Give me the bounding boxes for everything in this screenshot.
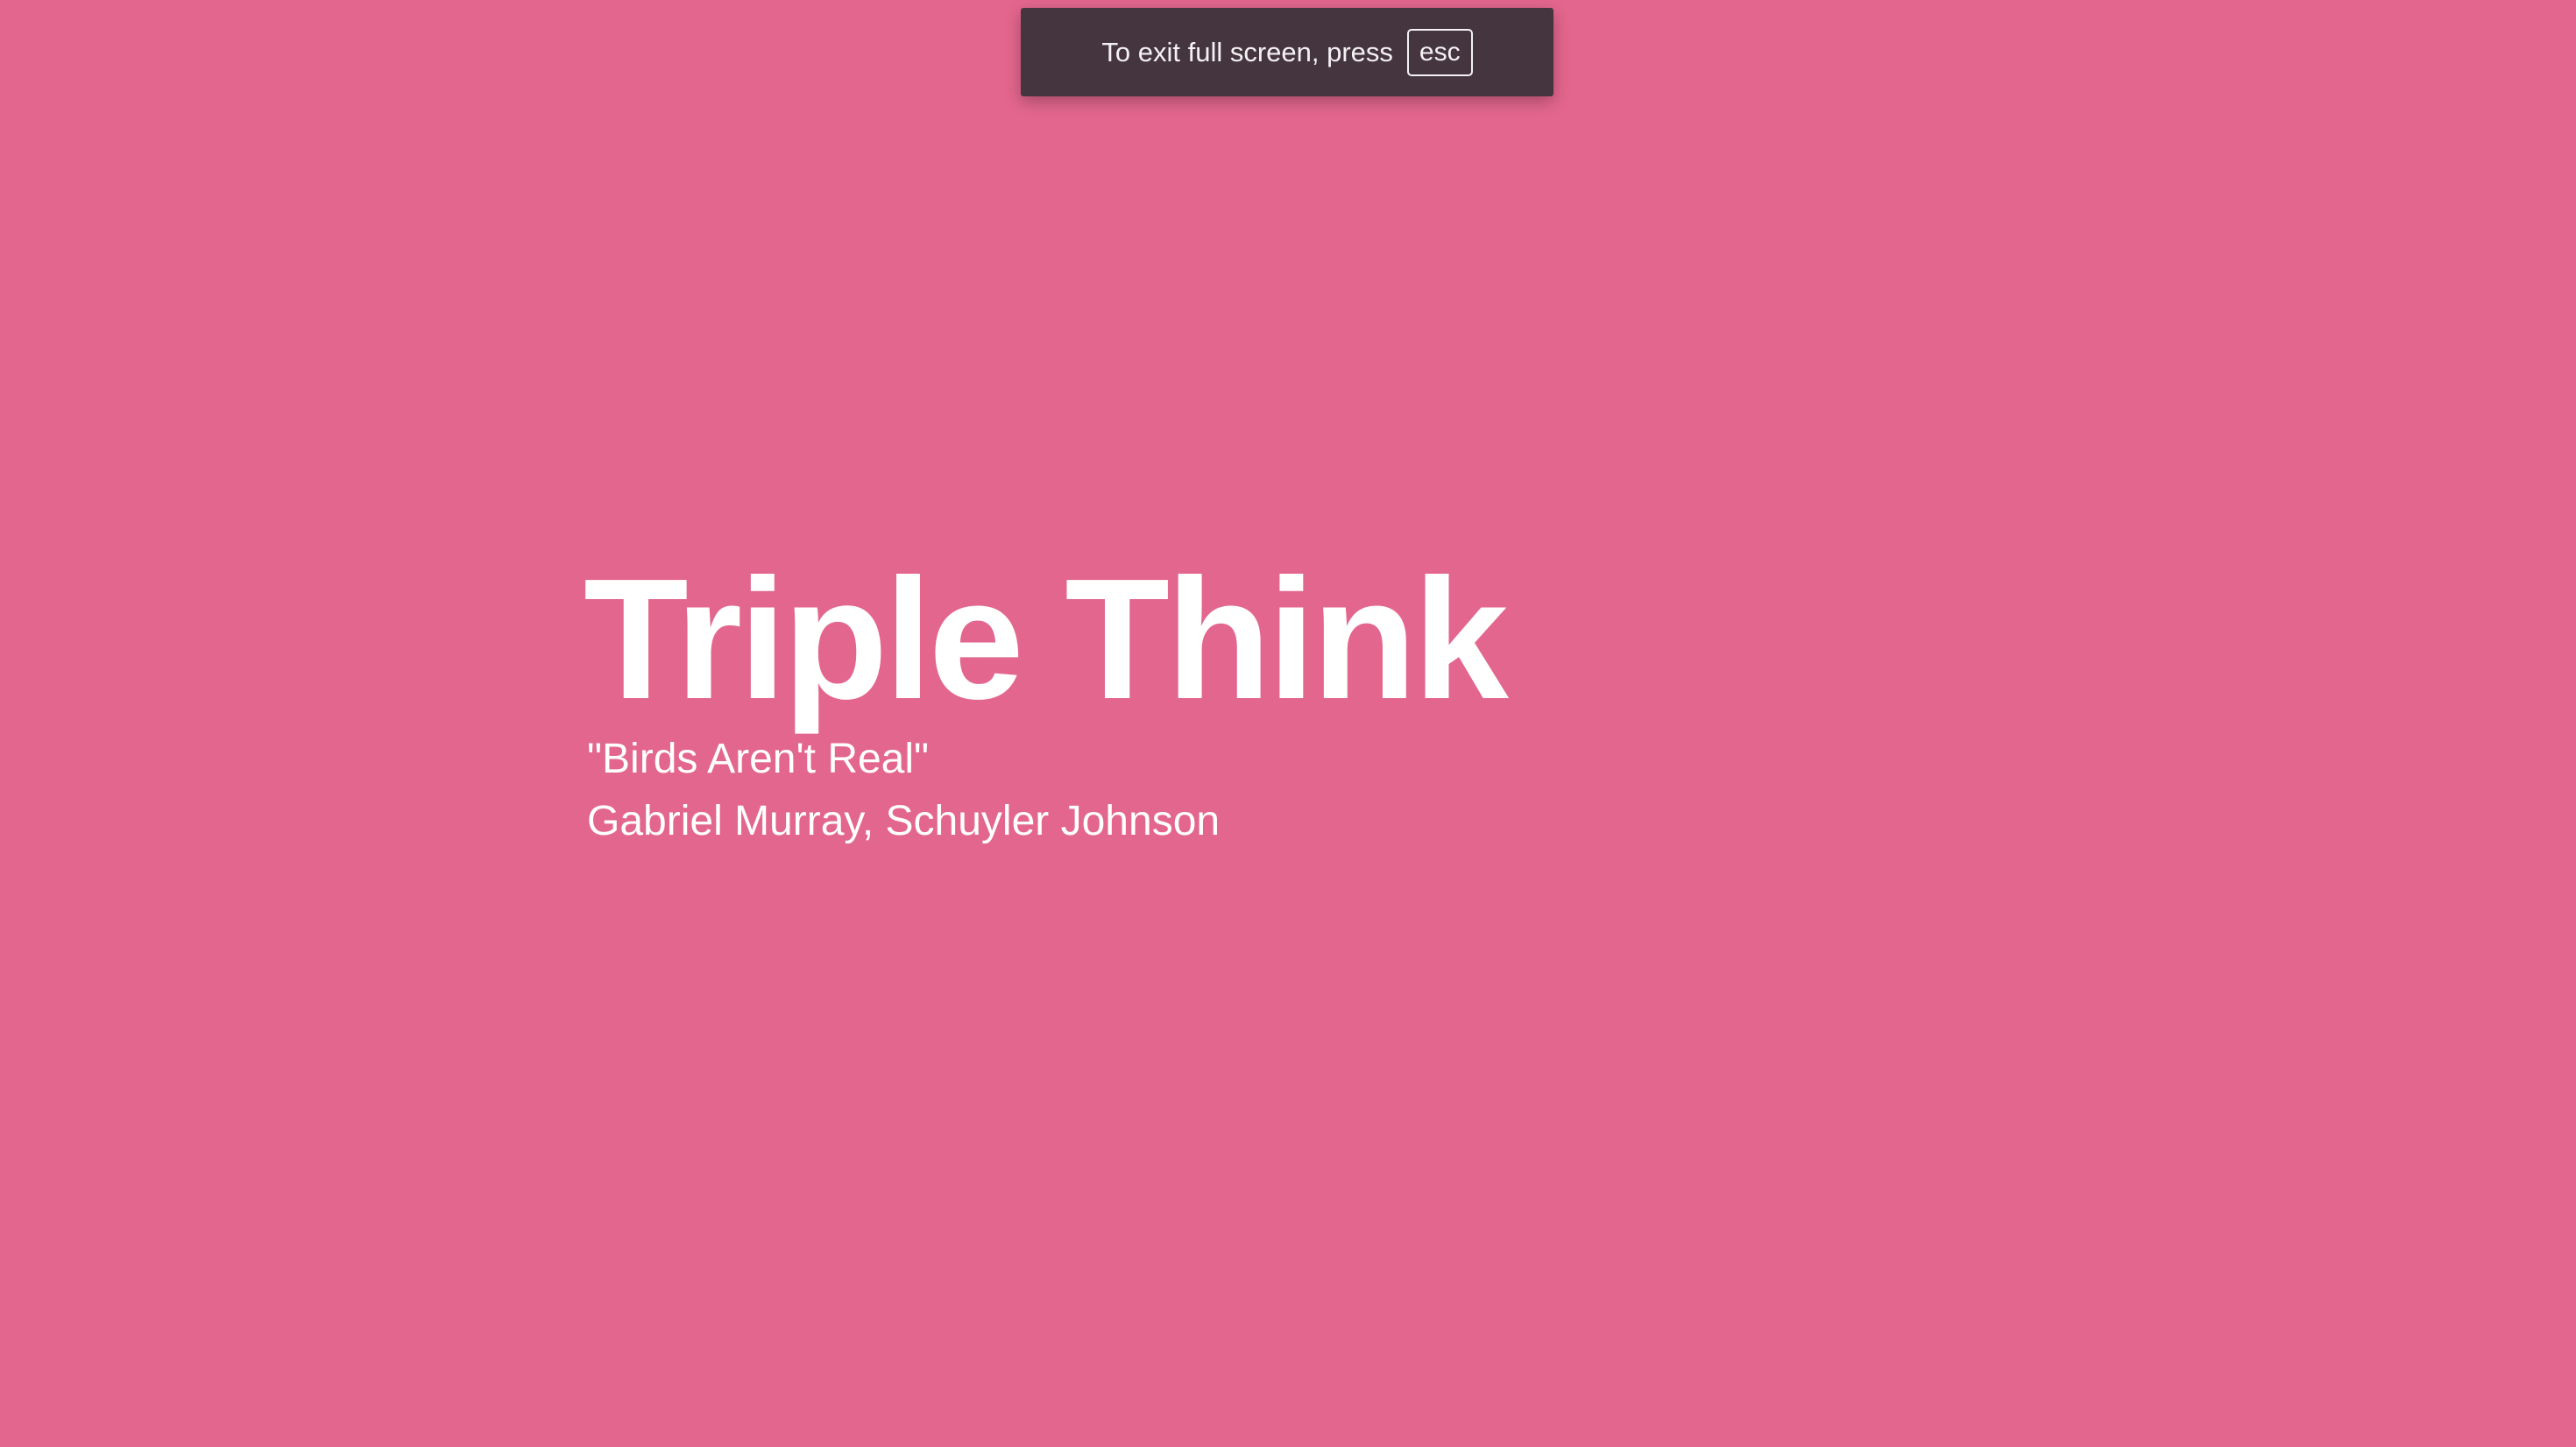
- slide-title: Triple Think: [584, 543, 1509, 735]
- slide-authors: Gabriel Murray, Schuyler Johnson: [587, 798, 1221, 844]
- fullscreen-exit-banner: To exit full screen, press esc: [1021, 8, 1553, 96]
- fullscreen-exit-message: To exit full screen, press: [1101, 36, 1393, 67]
- esc-key-hint: esc: [1406, 28, 1473, 76]
- slide-subtitle: "Birds Aren't Real": [587, 736, 930, 782]
